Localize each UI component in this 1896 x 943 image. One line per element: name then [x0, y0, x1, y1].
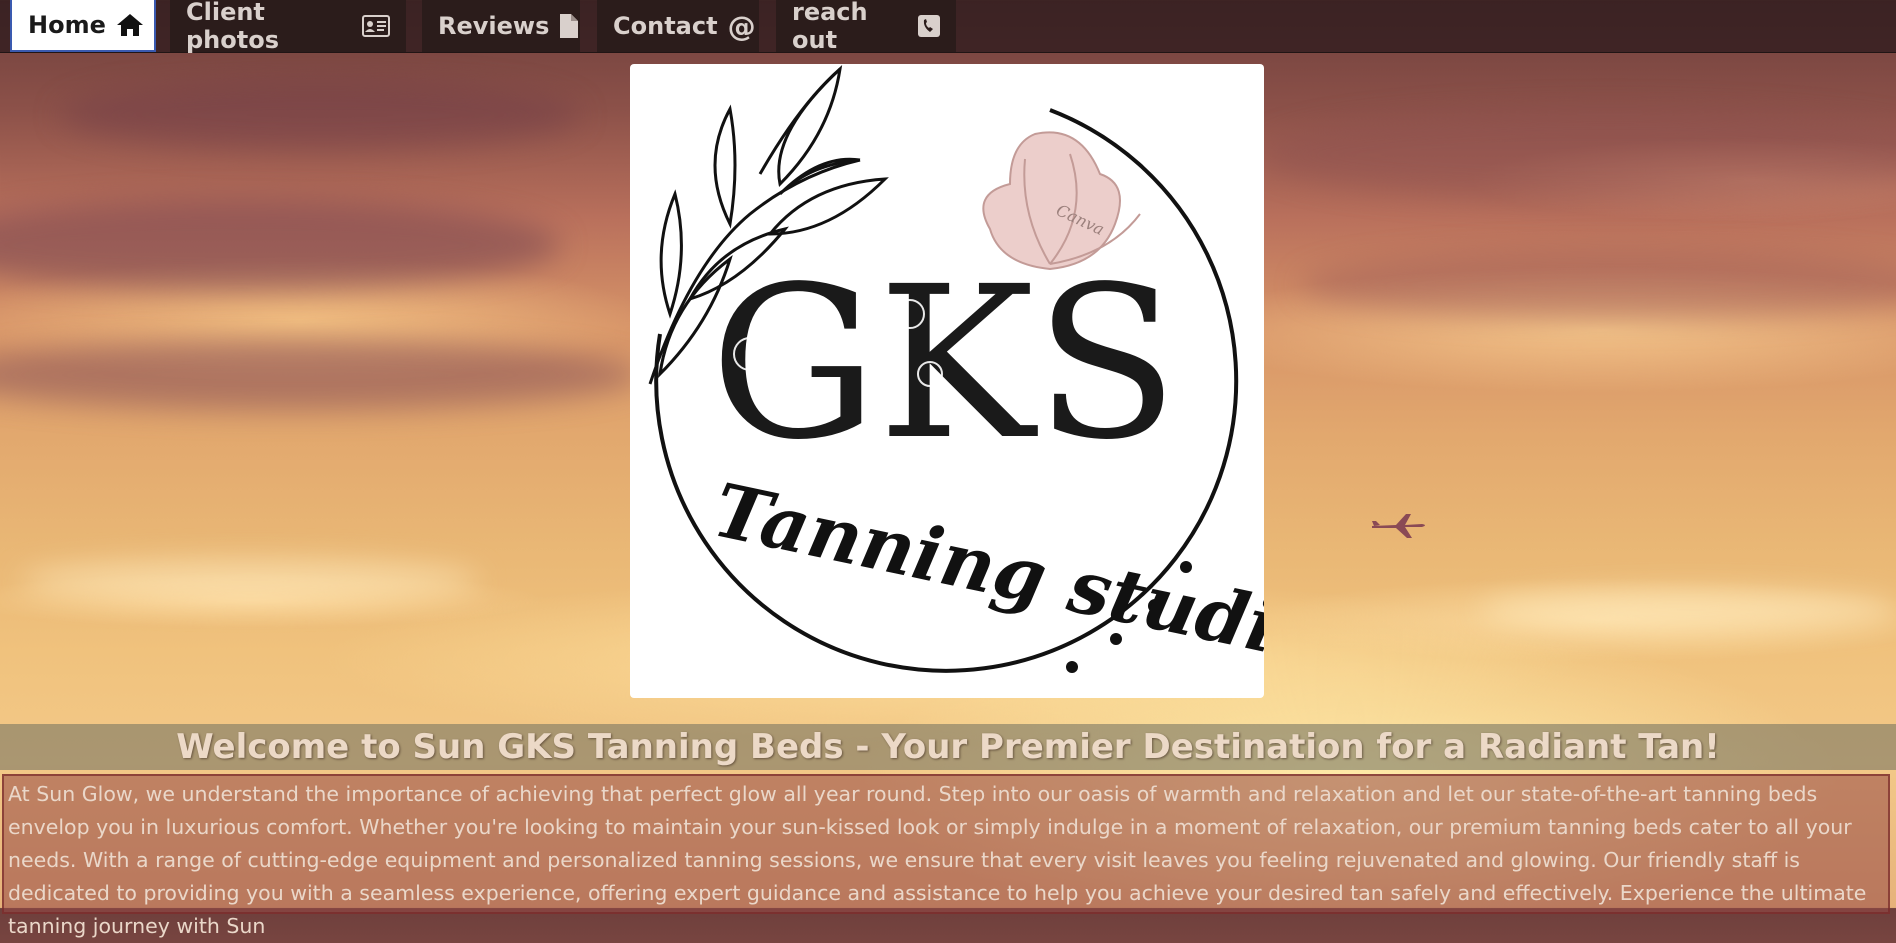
nav-tab-reach-out-label: reach out [792, 0, 868, 54]
background-cloud [0, 200, 560, 290]
intro-paragraph: At Sun Glow, we understand the importanc… [8, 782, 1867, 938]
home-icon [116, 13, 144, 37]
welcome-banner: Welcome to Sun GKS Tanning Beds - Your P… [0, 724, 1896, 770]
nav-tab-contact[interactable]: Contact @ [597, 0, 759, 52]
nav-tab-client-photos[interactable]: Client photos [170, 0, 406, 54]
page-title: Welcome to Sun GKS Tanning Beds - Your P… [176, 727, 1720, 767]
top-navbar: Home Client photos Reviews Contact @ rea… [0, 0, 1896, 54]
background-cloud [60, 80, 580, 150]
brand-logo: Canva GKS Tanning studio [630, 64, 1332, 698]
logo-letters: GKS [710, 241, 1179, 486]
intro-section: At Sun Glow, we understand the importanc… [2, 774, 1890, 938]
nav-tab-home-label: Home [28, 11, 106, 39]
nav-tab-home[interactable]: Home [10, 0, 156, 52]
background-cloud [20, 560, 480, 600]
airplane-icon [1372, 514, 1425, 538]
background-cloud [1260, 110, 1896, 200]
background-cloud [1300, 250, 1896, 320]
at-sign-icon: @ [727, 9, 756, 43]
logo-tagline: Tanning studio [706, 467, 1264, 680]
nav-tab-reviews-label: Reviews [438, 12, 550, 40]
nav-tab-contact-label: Contact [613, 12, 718, 40]
gks-logo-graphic: Canva GKS Tanning studio [648, 64, 1332, 681]
nav-tab-client-photos-label: Client photos [186, 0, 279, 54]
nav-tab-reach-out[interactable]: reach out [776, 0, 956, 54]
nav-tab-reviews[interactable]: Reviews [422, 0, 580, 52]
background-cloud [0, 340, 640, 410]
file-icon [559, 13, 579, 39]
id-card-icon [362, 15, 390, 37]
background-cloud [1480, 590, 1896, 630]
phone-square-icon [918, 15, 940, 37]
